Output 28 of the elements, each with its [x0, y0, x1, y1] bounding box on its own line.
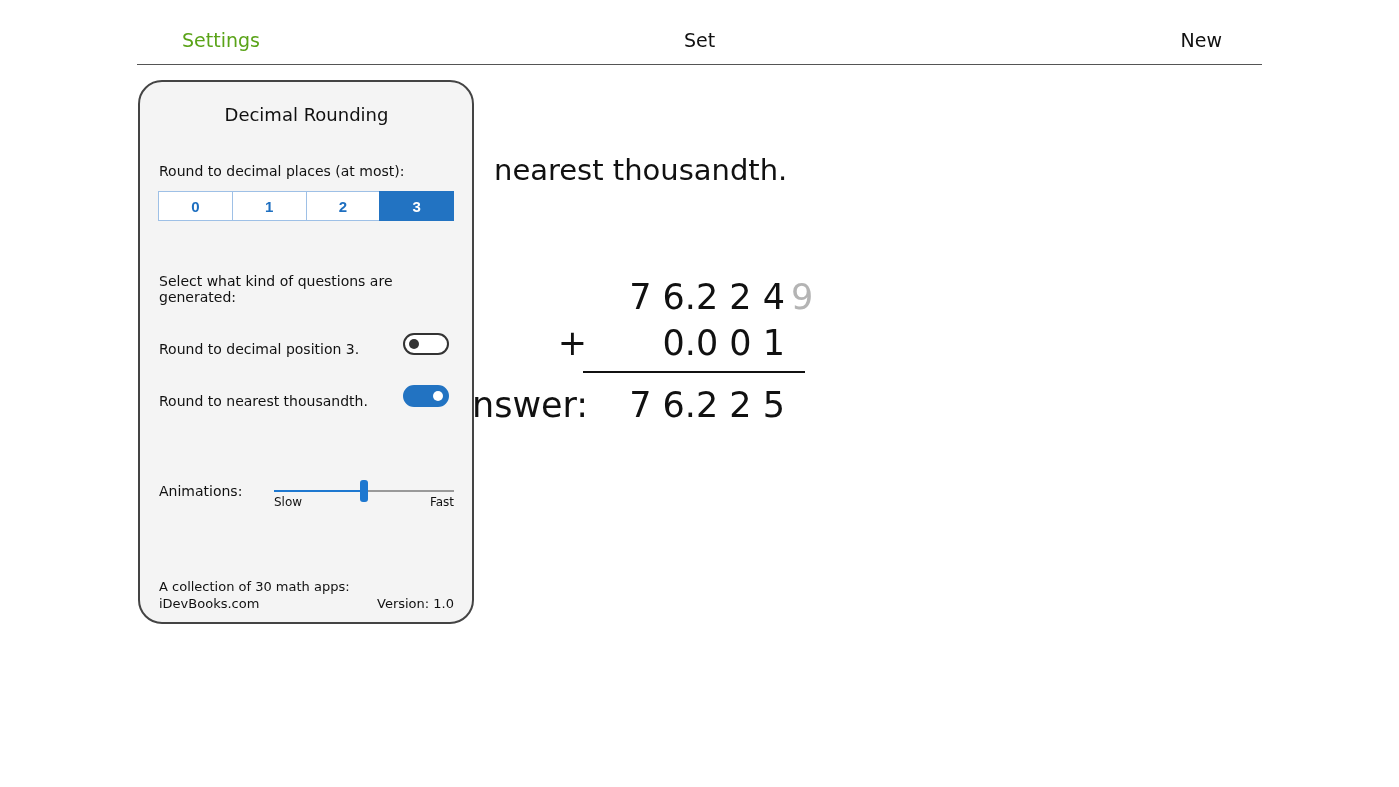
version-text: Version: 1.0	[377, 595, 454, 612]
dropped-digit: 9	[791, 277, 814, 317]
setting-label: Round to decimal places (at most):	[159, 163, 406, 179]
answer-label: nswer:	[472, 385, 589, 425]
number: 7 6.2 2 4	[629, 277, 785, 317]
segment-button[interactable]: 3	[379, 191, 454, 221]
slider-thumb[interactable]	[360, 480, 368, 502]
toggle-switch[interactable]	[403, 385, 449, 407]
segment-button[interactable]: 0	[158, 191, 233, 221]
option-label: Round to nearest thousandth.	[159, 392, 368, 409]
nav-tab[interactable]: Settings	[182, 13, 260, 51]
slider-label: Animations:	[159, 483, 244, 499]
footer-text: A collection of 30 math apps:	[159, 578, 351, 595]
answer-number: 7 6.2 2 5	[629, 385, 785, 425]
setting-label: Select what kind of questions are generated:	[159, 273, 394, 305]
option-label: Round to decimal position 3.	[159, 340, 360, 357]
segment-button[interactable]: 2	[305, 191, 381, 221]
plus-sign: +	[557, 323, 587, 363]
nav-tab[interactable]: Set	[683, 13, 716, 51]
slider-max-label: Fast	[429, 495, 454, 509]
website-link[interactable]: iDevBooks.com	[159, 595, 260, 612]
slider-min-label: Slow	[274, 495, 303, 509]
question-text: nearest thousandth.	[494, 153, 789, 187]
number: 0.0 0 1	[662, 323, 785, 363]
panel-title: Decimal Rounding	[223, 104, 390, 125]
segment-button[interactable]: 1	[231, 191, 307, 221]
nav-tab[interactable]: New	[1180, 13, 1222, 51]
toggle-switch[interactable]	[403, 333, 449, 355]
